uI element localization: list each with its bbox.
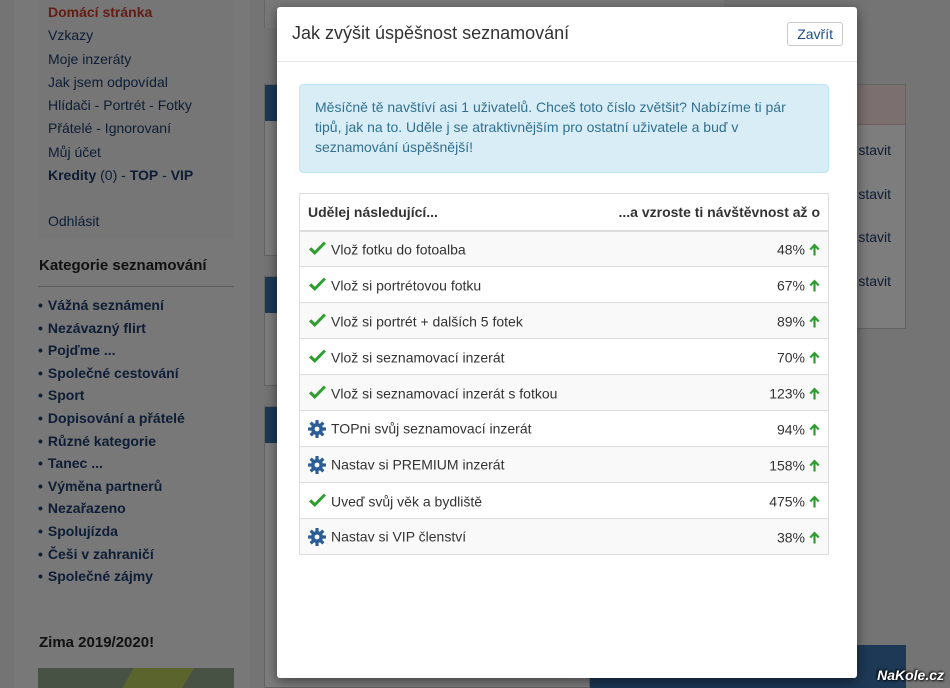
gain-percent: 67%	[776, 277, 805, 294]
tip-cell: Vlož si portrétovou fotku	[299, 266, 591, 303]
arrow-up-icon	[809, 459, 820, 472]
tip-label[interactable]: Vlož si portrét + dalších 5 fotek	[331, 313, 523, 329]
gain-cell: 48%	[590, 230, 829, 267]
modal-title: Jak zvýšit úspěšnost seznamování	[292, 23, 570, 43]
gain-percent: 94%	[776, 421, 805, 438]
info-alert: Měsíčně tě navštíví asi 1 uživatelů. Chc…	[299, 84, 829, 173]
tip-label[interactable]: Nastav si VIP členství	[331, 529, 466, 545]
gain-cell: 70%	[590, 338, 829, 375]
gain-percent: 89%	[776, 313, 805, 330]
gain-cell: 158%	[590, 446, 829, 483]
arrow-up-icon	[809, 423, 820, 436]
tip-cell: Vlož si portrét + dalších 5 fotek	[299, 302, 591, 339]
gain-cell: 94%	[590, 410, 829, 447]
check-icon	[309, 349, 326, 364]
success-tips-modal: Jak zvýšit úspěšnost seznamování Zavřít …	[277, 7, 857, 678]
gain-percent: 38%	[776, 529, 805, 546]
check-icon	[309, 493, 326, 508]
tip-cell: Vlož si seznamovací inzerát	[299, 338, 591, 375]
gain-percent: 70%	[776, 349, 805, 366]
watermark-logo: NaKole.cz	[877, 667, 944, 683]
tip-cell: Vlož fotku do fotoalba	[299, 230, 591, 267]
gear-icon	[308, 527, 326, 546]
tip-label[interactable]: Nastav si PREMIUM inzerát	[331, 457, 504, 473]
arrow-up-icon	[809, 351, 820, 364]
gear-icon	[308, 455, 326, 474]
table-row[interactable]: Nastav si VIP členství 38%	[299, 518, 829, 555]
gear-icon	[308, 419, 326, 438]
table-row[interactable]: Vlož fotku do fotoalba 48%	[299, 230, 829, 267]
gain-percent: 123%	[769, 385, 805, 402]
arrow-up-icon	[809, 495, 820, 508]
tip-label[interactable]: Vlož si seznamovací inzerát s fotkou	[331, 385, 557, 401]
tip-label[interactable]: Uveď svůj věk a bydliště	[331, 493, 482, 509]
tips-table: Udělej následující... ...a vzroste ti ná…	[299, 193, 829, 555]
table-row[interactable]: Nastav si PREMIUM inzerát 158%	[299, 446, 829, 483]
check-icon	[309, 241, 326, 256]
tip-cell: Nastav si VIP členství	[299, 518, 591, 555]
arrow-up-icon	[809, 315, 820, 328]
tip-label[interactable]: Vlož si seznamovací inzerát	[331, 349, 505, 365]
check-icon	[309, 313, 326, 328]
check-icon	[309, 385, 326, 400]
arrow-up-icon	[809, 531, 820, 544]
table-row[interactable]: TOPni svůj seznamovací inzerát 94%	[299, 410, 829, 447]
tip-cell: Nastav si PREMIUM inzerát	[299, 446, 591, 483]
gain-percent: 48%	[776, 241, 805, 258]
tip-cell: TOPni svůj seznamovací inzerát	[299, 410, 591, 447]
gain-cell: 67%	[590, 266, 829, 303]
gain-cell: 475%	[590, 482, 829, 519]
table-row[interactable]: Uveď svůj věk a bydliště 475%	[299, 482, 829, 519]
tip-label[interactable]: Vlož fotku do fotoalba	[331, 241, 466, 257]
close-button[interactable]: Zavřít	[787, 22, 843, 46]
table-row[interactable]: Vlož si seznamovací inzerát 70%	[299, 338, 829, 375]
arrow-up-icon	[809, 387, 820, 400]
tip-label[interactable]: Vlož si portrétovou fotku	[331, 277, 481, 293]
tip-label[interactable]: TOPni svůj seznamovací inzerát	[331, 421, 532, 437]
gain-percent: 158%	[769, 457, 805, 474]
tips-table-body: Vlož fotku do fotoalba 48% Vlož si portrét…	[299, 230, 829, 555]
gain-cell: 89%	[590, 302, 829, 339]
arrow-up-icon	[809, 279, 820, 292]
gain-percent: 475%	[769, 493, 805, 510]
arrow-up-icon	[809, 243, 820, 256]
gain-cell: 123%	[590, 374, 829, 411]
tip-cell: Vlož si seznamovací inzerát s fotkou	[299, 374, 591, 411]
modal-header: Jak zvýšit úspěšnost seznamování Zavřít	[277, 7, 857, 62]
gain-cell: 38%	[590, 518, 829, 555]
table-row[interactable]: Vlož si portrét + dalších 5 fotek 89%	[299, 302, 829, 339]
column-header-gain: ...a vzroste ti návštěvnost až o	[590, 193, 829, 232]
check-icon	[309, 277, 326, 292]
table-row[interactable]: Vlož si seznamovací inzerát s fotkou 123%	[299, 374, 829, 411]
tip-cell: Uveď svůj věk a bydliště	[299, 482, 591, 519]
table-header-row: Udělej následující... ...a vzroste ti ná…	[299, 193, 829, 232]
table-row[interactable]: Vlož si portrétovou fotku 67%	[299, 266, 829, 303]
column-header-action: Udělej následující...	[299, 193, 591, 232]
